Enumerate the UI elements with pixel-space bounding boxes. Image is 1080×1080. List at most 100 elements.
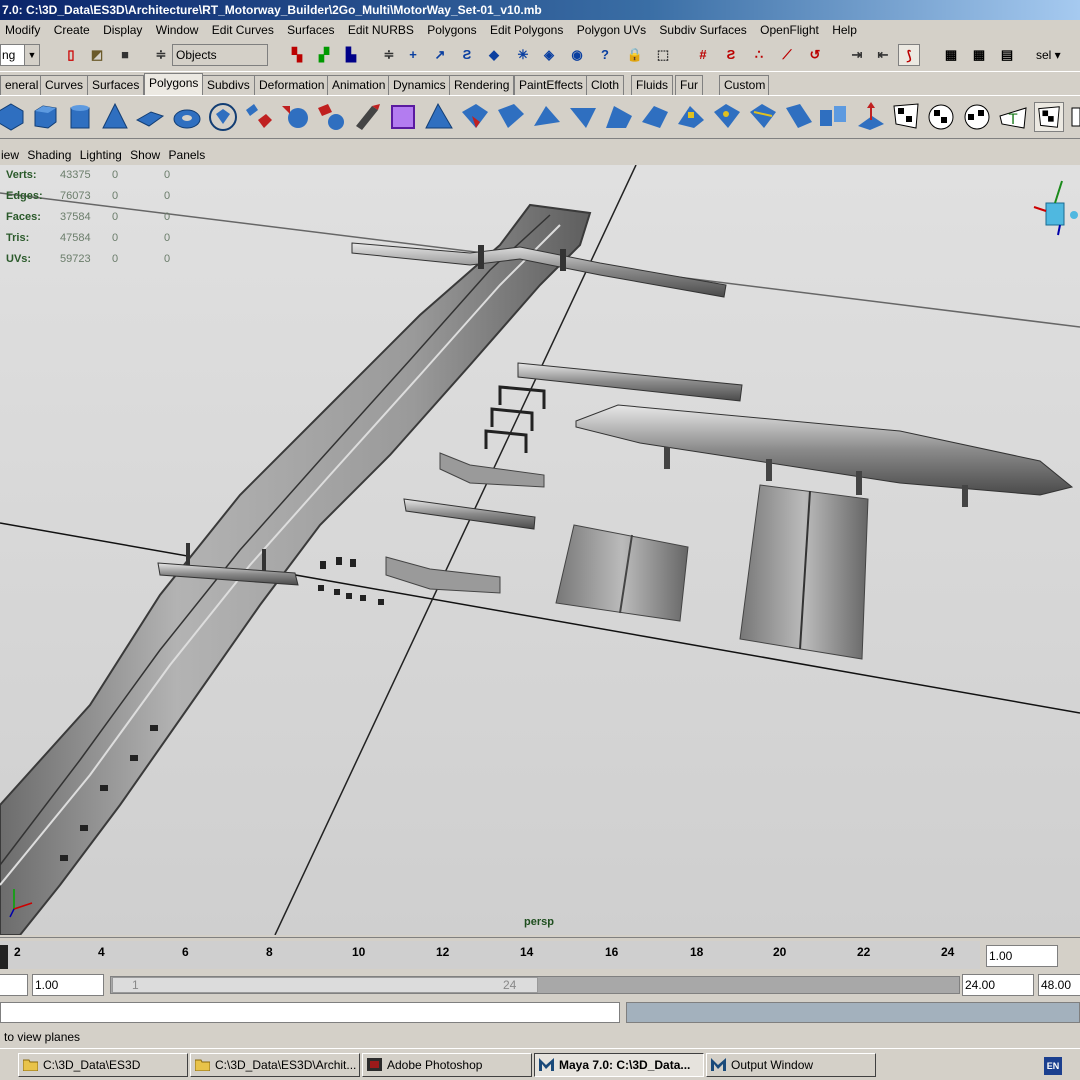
- anim-end-field[interactable]: 48.00: [1038, 974, 1080, 996]
- taskbar-item-folder-es3d[interactable]: C:\3D_Data\ES3D: [18, 1053, 188, 1077]
- taskbar-item-photoshop[interactable]: Adobe Photoshop: [362, 1053, 532, 1077]
- select-misc-icon[interactable]: ?: [594, 44, 616, 66]
- menu-edit-polygons[interactable]: Edit Polygons: [485, 20, 568, 40]
- tab-polygons[interactable]: Polygons: [144, 73, 204, 95]
- uv-editor-icon[interactable]: [1070, 102, 1080, 132]
- normalize-uv-icon[interactable]: T: [998, 102, 1028, 132]
- automatic-map-icon[interactable]: [962, 102, 992, 132]
- menu-display[interactable]: Display: [98, 20, 147, 40]
- make-live-icon[interactable]: ↺: [804, 44, 826, 66]
- panel-menu-panels[interactable]: Panels: [168, 146, 210, 164]
- tab-cloth[interactable]: Cloth: [586, 75, 625, 95]
- select-component-icon[interactable]: ▙: [340, 44, 362, 66]
- tab-fur[interactable]: Fur: [675, 75, 703, 95]
- poly-plane-icon[interactable]: [135, 102, 165, 132]
- menu-create[interactable]: Create: [49, 20, 95, 40]
- ipr-render-icon[interactable]: ▦: [968, 44, 990, 66]
- select-rendering-icon[interactable]: ◉: [566, 44, 588, 66]
- planar-map-icon[interactable]: [856, 102, 886, 132]
- menu-surfaces[interactable]: Surfaces: [282, 20, 339, 40]
- menu-polygons[interactable]: Polygons: [422, 20, 481, 40]
- snap-curve-icon[interactable]: Ƨ: [720, 44, 742, 66]
- highlight-selection-icon[interactable]: ⬚: [652, 44, 674, 66]
- select-surfaces-icon[interactable]: ◆: [483, 44, 505, 66]
- bevel-icon[interactable]: [604, 102, 634, 132]
- tab-painteffects[interactable]: PaintEffects: [514, 75, 588, 95]
- tab-subdivs[interactable]: Subdivs: [202, 75, 255, 95]
- panel-menu-lighting[interactable]: Lighting: [79, 146, 126, 164]
- construction-history-icon[interactable]: ⟆: [898, 44, 920, 66]
- poly-cube-icon[interactable]: [30, 102, 60, 132]
- menu-edit-curves[interactable]: Edit Curves: [207, 20, 279, 40]
- merge-edge-icon[interactable]: [784, 102, 814, 132]
- duplicate-face-icon[interactable]: [676, 102, 706, 132]
- time-slider-track[interactable]: 2 4 6 8 10 12 14 16 18 20 22 24: [0, 941, 980, 969]
- cube-wireframe-icon[interactable]: [388, 102, 418, 132]
- poly-sphere-icon[interactable]: [0, 102, 26, 132]
- select-deformations-icon[interactable]: ✳: [512, 44, 534, 66]
- range-start-field[interactable]: 1.00: [32, 974, 104, 996]
- poly-torus-icon[interactable]: [172, 102, 202, 132]
- language-indicator[interactable]: EN: [1044, 1057, 1062, 1075]
- menu-subdiv-surfaces[interactable]: Subdiv Surfaces: [654, 20, 751, 40]
- tab-curves[interactable]: Curves: [40, 75, 89, 95]
- range-handle[interactable]: [112, 977, 538, 993]
- tab-deformation[interactable]: Deformation: [254, 75, 330, 95]
- render-view-icon[interactable]: ▦: [940, 44, 962, 66]
- poly-pipe-icon[interactable]: [208, 102, 238, 132]
- chevron-down-icon[interactable]: ▼: [24, 44, 40, 66]
- select-curves-icon[interactable]: Ƨ: [456, 44, 478, 66]
- quick-select-field[interactable]: sel ▾: [1036, 44, 1080, 66]
- select-handles-icon[interactable]: +: [402, 44, 424, 66]
- selection-mode-icon[interactable]: ≑: [150, 44, 172, 66]
- render-globals-icon[interactable]: ▤: [996, 44, 1018, 66]
- cylindrical-map-icon[interactable]: [892, 102, 922, 132]
- menu-openflight[interactable]: OpenFlight: [755, 20, 824, 40]
- lock-selection-icon[interactable]: 🔒: [624, 44, 646, 66]
- taskbar-item-maya[interactable]: Maya 7.0: C:\3D_Data...: [534, 1053, 704, 1077]
- snap-point-icon[interactable]: ∴: [748, 44, 770, 66]
- select-joints-icon[interactable]: ↗: [429, 44, 451, 66]
- panel-menu-shading[interactable]: Shading: [26, 146, 75, 164]
- tab-general[interactable]: eneral: [0, 75, 44, 95]
- append-polygon-icon[interactable]: [460, 102, 490, 132]
- select-hierarchy-icon[interactable]: ▚: [286, 44, 308, 66]
- anim-start-field[interactable]: [0, 974, 28, 996]
- open-scene-icon[interactable]: ◩: [86, 44, 108, 66]
- select-dynamics-icon[interactable]: ◈: [538, 44, 560, 66]
- tab-custom[interactable]: Custom: [719, 75, 769, 95]
- mask-menu-icon[interactable]: ≑: [378, 44, 400, 66]
- current-time-field[interactable]: 1.00: [986, 945, 1058, 967]
- paint-icon[interactable]: [352, 102, 382, 132]
- tab-animation[interactable]: Animation: [327, 75, 391, 95]
- checker-icon[interactable]: [1034, 102, 1064, 132]
- wedge-icon[interactable]: [640, 102, 670, 132]
- spherical-map-icon[interactable]: [926, 102, 956, 132]
- panel-menu-view[interactable]: iew: [0, 146, 23, 164]
- transfer-icon[interactable]: [818, 102, 848, 132]
- tab-rendering[interactable]: Rendering: [449, 75, 515, 95]
- input-output-icon[interactable]: ⇥: [846, 44, 868, 66]
- selection-mask-field[interactable]: Objects: [172, 44, 268, 66]
- perspective-viewport[interactable]: Verts: 43375 0 0 Edges: 76073 0 0 Faces: 37584 0…: [0, 165, 1080, 935]
- menu-polygon-uvs[interactable]: Polygon UVs: [572, 20, 651, 40]
- tab-dynamics[interactable]: Dynamics: [388, 75, 451, 95]
- snap-view-plane-icon[interactable]: ⟋: [776, 44, 798, 66]
- extract-icon[interactable]: [316, 102, 346, 132]
- time-slider[interactable]: 2 4 6 8 10 12 14 16 18 20 22 24 1.00: [0, 937, 1080, 971]
- menu-help[interactable]: Help: [827, 20, 862, 40]
- collapse-icon[interactable]: [748, 102, 778, 132]
- history-icon[interactable]: ⇤: [872, 44, 894, 66]
- panel-menu-show[interactable]: Show: [129, 146, 164, 164]
- taskbar-item-folder-archit[interactable]: C:\3D_Data\ES3D\Archit...: [190, 1053, 360, 1077]
- menu-edit-nurbs[interactable]: Edit NURBS: [343, 20, 419, 40]
- split-polygon-icon[interactable]: [496, 102, 526, 132]
- tab-surfaces[interactable]: Surfaces: [87, 75, 145, 95]
- poly-cylinder-icon[interactable]: [65, 102, 95, 132]
- range-end-field[interactable]: 24.00: [962, 974, 1034, 996]
- combine-icon[interactable]: [244, 102, 274, 132]
- separate-icon[interactable]: [280, 102, 310, 132]
- taskbar-item-output-window[interactable]: Output Window: [706, 1053, 876, 1077]
- new-scene-icon[interactable]: ▯: [60, 44, 82, 66]
- menu-window[interactable]: Window: [151, 20, 204, 40]
